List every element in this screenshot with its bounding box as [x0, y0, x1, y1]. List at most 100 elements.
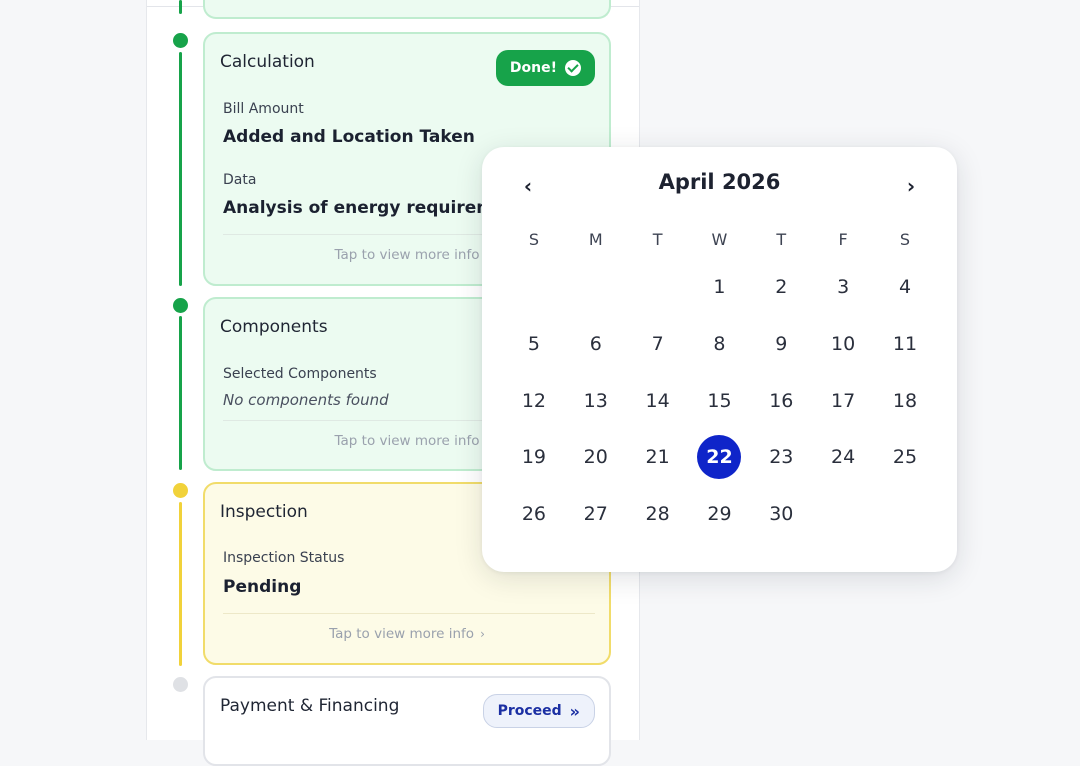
weekday-label: T [776, 229, 787, 249]
calendar-day-number: 1 [713, 276, 726, 299]
calendar-grid: S M T W T F S 1 2 3 4 5 6 7 8 9 10 11 12 13 14 15 16 17 1… [503, 219, 936, 542]
calendar-day-number: 17 [831, 389, 856, 412]
calendar-day[interactable]: 6 [565, 316, 627, 373]
calendar-day[interactable]: 2 [750, 259, 812, 316]
weekday-label: W [711, 229, 728, 249]
calendar-day[interactable]: 20 [565, 429, 627, 486]
calendar-day[interactable]: 10 [812, 316, 874, 373]
calendar-day-number: 16 [769, 389, 794, 412]
calendar-day[interactable]: 5 [503, 316, 565, 373]
calendar-day[interactable]: 21 [627, 429, 689, 486]
view-more-label: Tap to view more info [334, 247, 480, 263]
weekday-header: S M T W T F S [503, 219, 936, 259]
calendar-day-number: 24 [831, 446, 856, 469]
calendar-day[interactable]: 25 [874, 429, 936, 486]
step-dot-payment [173, 677, 188, 692]
month-title: April 2026 [658, 170, 781, 194]
calendar-day-number: 19 [521, 446, 547, 469]
calendar-day[interactable]: 19 [503, 429, 565, 486]
payment-financing-card[interactable]: Payment & Financing Proceed » [203, 676, 611, 766]
card-title: Calculation [220, 52, 315, 72]
calendar-day[interactable]: 13 [565, 372, 627, 429]
field-value: Analysis of energy requirement [223, 198, 526, 218]
calendar-day-number: 11 [892, 333, 918, 356]
weekday-label: M [588, 229, 603, 249]
calendar-day-number: 4 [898, 276, 912, 299]
calendar-day[interactable]: 9 [750, 316, 812, 373]
calendar-day[interactable]: 1 [689, 259, 751, 316]
calendar-week-row: 5 6 7 8 9 10 11 [503, 316, 936, 373]
calendar-day[interactable]: 8 [689, 316, 751, 373]
calendar-day[interactable]: 17 [812, 372, 874, 429]
weekday-label: S [528, 229, 539, 249]
done-badge: Done! [495, 50, 595, 86]
calendar-week-row: 26 27 28 29 30 [503, 486, 936, 543]
card-title: Components [220, 317, 328, 337]
calendar-day[interactable]: 15 [689, 372, 751, 429]
check-circle-icon [565, 60, 581, 76]
calendar-day[interactable]: 11 [874, 316, 936, 373]
empty-state-text: No components found [223, 391, 389, 409]
calendar-empty-cell [874, 486, 936, 543]
calendar-day-number: 20 [583, 446, 608, 469]
calendar-day-number: 22 [697, 435, 742, 480]
calendar-day[interactable]: 14 [627, 372, 689, 429]
previous-step-card[interactable] [203, 0, 611, 19]
timeline-rail-done [179, 0, 182, 14]
calendar-weeks: 1 2 3 4 5 6 7 8 9 10 11 12 13 14 15 16 17 18 19 20 21 22 23 24 2… [503, 259, 936, 542]
calendar-day[interactable]: 7 [627, 316, 689, 373]
calendar-day-number: 15 [707, 389, 732, 412]
field-value: Added and Location Taken [223, 127, 475, 147]
calendar-day-number: 23 [769, 446, 794, 469]
calendar-day-number: 18 [892, 389, 918, 412]
calendar-day[interactable]: 12 [503, 372, 565, 429]
card-title: Payment & Financing [220, 696, 400, 716]
field-label: Data [223, 172, 257, 188]
view-more-label: Tap to view more info [334, 433, 480, 449]
calendar-day-number: 30 [769, 503, 794, 526]
calendar-day-number: 7 [651, 333, 664, 356]
card-title: Inspection [220, 502, 308, 522]
calendar-day[interactable]: 18 [874, 372, 936, 429]
field-label: Bill Amount [223, 101, 304, 117]
timeline-rail-done [179, 52, 182, 286]
calendar-day-number: 6 [589, 333, 602, 356]
calendar-day[interactable]: 23 [750, 429, 812, 486]
calendar-day[interactable]: 16 [750, 372, 812, 429]
calendar-day-number: 9 [775, 333, 788, 356]
calendar-day-number: 10 [831, 333, 856, 356]
calendar-day-number: 13 [583, 389, 608, 412]
calendar-day-selected[interactable]: 22 [689, 429, 751, 486]
calendar-day[interactable]: 30 [750, 486, 812, 543]
weekday-label: F [838, 229, 848, 249]
calendar-empty-cell [503, 259, 565, 316]
proceed-label: Proceed [497, 703, 562, 719]
calendar-day-number: 27 [583, 503, 608, 526]
card-divider [223, 613, 595, 614]
calendar-day-number: 29 [707, 503, 732, 526]
timeline-rail-done [179, 316, 182, 470]
view-more-link[interactable]: Tap to view more info › [205, 626, 609, 642]
calendar-day-number: 28 [645, 503, 670, 526]
done-label: Done! [509, 60, 557, 76]
next-month-button[interactable]: › [898, 173, 924, 199]
field-label: Inspection Status [223, 550, 345, 566]
calendar-day[interactable]: 3 [812, 259, 874, 316]
weekday-label: S [899, 229, 911, 249]
proceed-button[interactable]: Proceed » [482, 694, 595, 728]
calendar-day[interactable]: 24 [812, 429, 874, 486]
calendar-day[interactable]: 4 [874, 259, 936, 316]
calendar-day[interactable]: 26 [503, 486, 565, 543]
calendar-day[interactable]: 27 [565, 486, 627, 543]
calendar-day-number: 26 [521, 503, 547, 526]
calendar-empty-cell [627, 259, 689, 316]
calendar-day[interactable]: 28 [627, 486, 689, 543]
calendar-day-number: 25 [892, 446, 918, 469]
field-value: Pending [223, 577, 302, 597]
calendar-day[interactable]: 29 [689, 486, 751, 543]
view-more-label: Tap to view more info [329, 626, 475, 642]
calendar-day-number: 12 [521, 389, 547, 412]
double-chevron-right-icon: » [569, 701, 580, 721]
calendar-week-row: 19 20 21 22 23 24 25 [503, 429, 936, 486]
step-dot-calculation [173, 33, 188, 48]
